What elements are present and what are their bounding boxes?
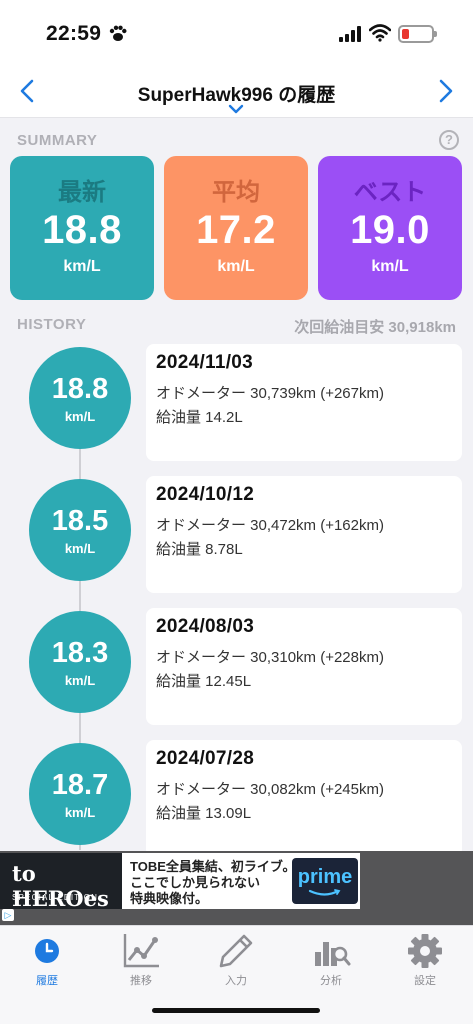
card-label: 平均 [212,179,260,206]
efficiency-value: 18.5 [51,505,109,537]
efficiency-circle: 18.8 km/L [29,347,131,449]
status-bar: 22:59 [0,0,473,66]
chevron-down-icon[interactable] [228,104,244,114]
history-entry-card[interactable]: 2024/08/03 オドメーター 30,310km (+228km) 給油量 … [146,608,462,725]
tab-input[interactable]: 入力 [189,930,283,990]
summary-card-latest: 最新 18.8 km/L [10,156,154,300]
efficiency-unit: km/L [64,673,96,688]
summary-card-best: ベスト 19.0 km/L [318,156,462,300]
entry-date: 2024/07/28 [156,748,255,769]
ad-choices-icon[interactable]: ▷ [2,909,14,921]
summary-card-average: 平均 17.2 km/L [164,156,308,300]
ad-subtitle: SPECIAL EDITION [12,893,99,902]
efficiency-circle: 18.7 km/L [29,743,131,845]
entry-fuel: 給油量 12.45L [156,673,252,690]
ad-line-1: TOBE全員集結、初ライブ。 [130,859,296,874]
chevron-right-icon[interactable] [433,78,457,104]
card-value: 19.0 [350,208,430,252]
home-indicator [152,1008,320,1013]
ad-copy: TOBE全員集結、初ライブ。 ここでしか見られない 特典映像付。 [130,859,296,907]
efficiency-circle: 18.3 km/L [29,611,131,713]
tab-label: 入力 [225,975,247,987]
wifi-icon [369,24,391,42]
efficiency-value: 18.7 [51,769,109,801]
smile-arrow-icon [308,889,341,896]
gear-icon [408,934,442,968]
tab-label: 設定 [414,975,436,987]
pencil-icon [219,934,253,968]
card-value: 18.8 [42,208,122,252]
line-chart-icon [123,934,159,968]
status-time: 22:59 [46,22,102,45]
history-heading: HISTORY [17,316,87,333]
ad-logo: to HEROes SPECIAL EDITION [0,853,122,909]
ad-line-2: ここでしか見られない [130,875,261,890]
entry-odometer: オドメーター 30,082km (+245km) [156,781,384,798]
efficiency-circle: 18.5 km/L [29,479,131,581]
card-unit: km/L [63,258,101,275]
ad-banner[interactable]: to HEROes SPECIAL EDITION TOBE全員集結、初ライブ。… [0,851,473,925]
card-value: 17.2 [196,208,276,252]
battery-icon [398,25,437,43]
ad-content[interactable]: to HEROes SPECIAL EDITION TOBE全員集結、初ライブ。… [0,853,360,909]
entry-date: 2024/10/12 [156,484,255,505]
tab-label: 推移 [130,975,152,987]
paw-icon [109,25,127,41]
tab-label: 履歴 [36,975,58,987]
ad-line-3: 特典映像付。 [130,891,209,906]
history-entry-card[interactable]: 2024/11/03 オドメーター 30,739km (+267km) 給油量 … [146,344,462,461]
entry-odometer: オドメーター 30,310km (+228km) [156,649,384,666]
tab-history[interactable]: 履歴 [0,930,94,990]
page-title[interactable]: SuperHawk996 の履歴 [0,80,473,107]
efficiency-value: 18.3 [51,637,109,669]
card-unit: km/L [217,258,255,275]
history-entry-card[interactable]: 2024/07/28 オドメーター 30,082km (+245km) 給油量 … [146,740,462,857]
card-label: 最新 [58,179,106,206]
tab-trend[interactable]: 推移 [94,930,188,990]
prime-wordmark: prime [297,866,353,888]
battery-level [402,29,409,39]
summary-heading: SUMMARY [17,132,98,149]
efficiency-value: 18.8 [51,373,109,405]
tab-settings[interactable]: 設定 [378,930,472,990]
card-label: ベスト [353,179,427,206]
cellular-signal-icon [339,26,361,42]
prime-logo: prime [292,858,358,904]
entry-odometer: オドメーター 30,739km (+267km) [156,385,384,402]
bar-chart-search-icon [315,942,351,966]
history-entry-card[interactable]: 2024/10/12 オドメーター 30,472km (+162km) 給油量 … [146,476,462,593]
help-icon[interactable]: ? [439,130,459,150]
clock-icon [35,939,59,963]
card-unit: km/L [371,258,409,275]
tab-analysis[interactable]: 分析 [284,930,378,990]
efficiency-unit: km/L [64,409,96,424]
entry-odometer: オドメーター 30,472km (+162km) [156,517,384,534]
entry-fuel: 給油量 13.09L [156,805,252,822]
tab-label: 分析 [320,975,342,987]
entry-date: 2024/11/03 [156,352,254,373]
next-refuel-estimate: 次回給油目安 30,918km [294,319,456,336]
entry-fuel: 給油量 14.2L [156,409,243,426]
efficiency-unit: km/L [64,805,96,820]
navigation-bar: SuperHawk996 の履歴 [0,66,473,118]
entry-fuel: 給油量 8.78L [156,541,243,558]
entry-date: 2024/08/03 [156,616,255,637]
efficiency-unit: km/L [64,541,96,556]
